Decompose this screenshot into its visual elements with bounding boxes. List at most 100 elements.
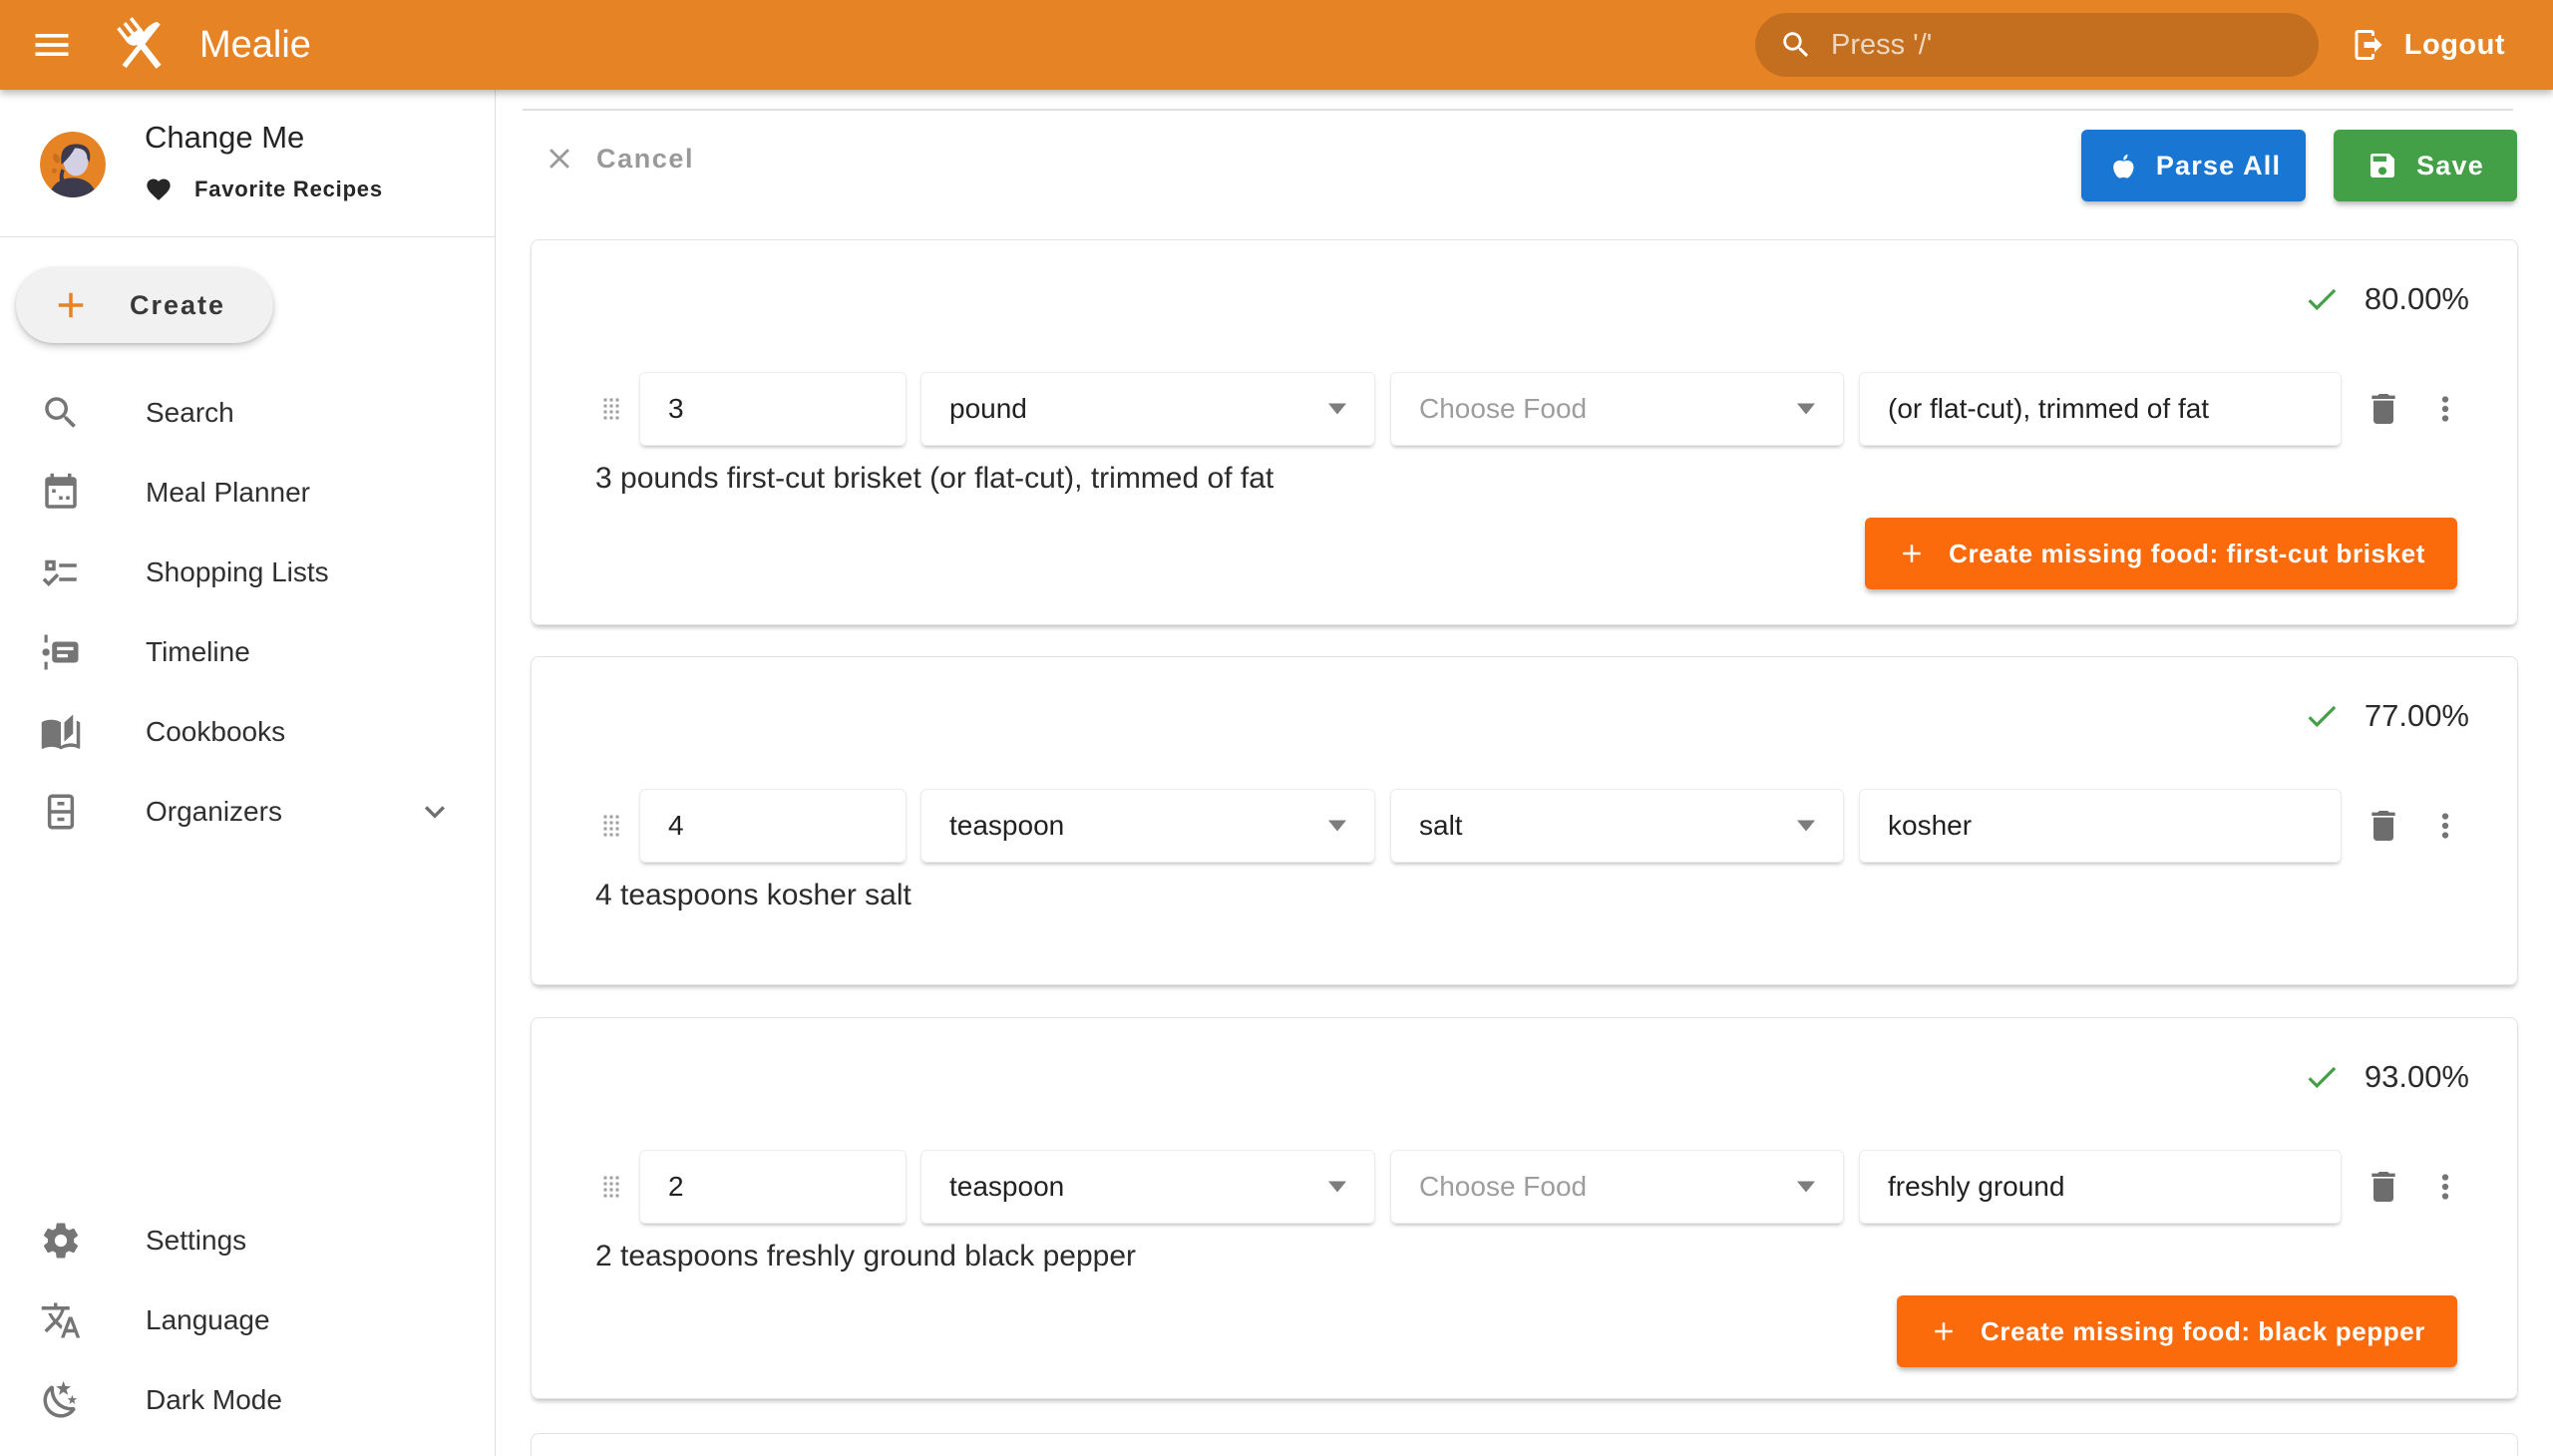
unit-select[interactable] (920, 789, 1375, 863)
create-missing-food-label: Create missing food: black pepper (1981, 1316, 2425, 1347)
favorites-label: Favorite Recipes (194, 177, 383, 202)
quantity-input[interactable] (640, 810, 906, 842)
sidebar-item-label: Dark Mode (146, 1384, 282, 1416)
note-field[interactable] (1859, 789, 2342, 863)
dots-vertical-icon (2426, 390, 2464, 428)
global-search[interactable] (1755, 13, 2319, 77)
create-missing-food-button[interactable]: Create missing food: first-cut brisket (1865, 518, 2457, 589)
create-missing-food-button[interactable]: Create missing food: black pepper (1897, 1295, 2457, 1367)
unit-select[interactable] (920, 1150, 1375, 1224)
delete-ingredient-button[interactable] (2360, 796, 2407, 856)
chevron-down-icon[interactable] (415, 792, 455, 832)
food-input[interactable] (1391, 393, 1843, 425)
quantity-field[interactable] (639, 1150, 907, 1224)
plus-icon (1929, 1316, 1959, 1346)
note-field[interactable] (1859, 1150, 2342, 1224)
ingredient-fields-row (532, 789, 2517, 863)
app-title: Mealie (199, 24, 311, 67)
sidebar-item-shopping-lists[interactable]: Shopping Lists (0, 533, 495, 612)
ingredient-card: 80.00% (531, 239, 2518, 625)
avatar-image (40, 132, 106, 197)
sidebar-item-label: Shopping Lists (146, 556, 329, 588)
organizers-cabinet-icon (40, 791, 82, 833)
unit-input[interactable] (921, 1171, 1374, 1203)
trash-icon (2364, 389, 2403, 429)
note-field[interactable] (1859, 372, 2342, 446)
quantity-input[interactable] (640, 1171, 906, 1203)
logout-icon (2351, 27, 2386, 63)
plus-icon (1897, 539, 1927, 568)
ingredient-parser-main: Cancel Parse All Save 80.00% (497, 90, 2553, 1456)
save-button[interactable]: Save (2334, 130, 2517, 201)
ingredient-fields-row (532, 1150, 2517, 1224)
unit-select[interactable] (920, 372, 1375, 446)
avatar[interactable] (40, 132, 106, 197)
note-input[interactable] (1860, 393, 2341, 425)
save-label: Save (2416, 151, 2484, 182)
sidebar-item-dark-mode[interactable]: Dark Mode (0, 1360, 495, 1440)
logout-button[interactable]: Logout (2351, 0, 2505, 90)
logout-label: Logout (2404, 29, 2505, 62)
sidebar-item-label: Settings (146, 1225, 246, 1257)
sidebar-item-meal-planner[interactable]: Meal Planner (0, 453, 495, 533)
check-icon (2303, 697, 2341, 735)
original-ingredient-text: 3 pounds first-cut brisket (or flat-cut)… (595, 462, 1274, 496)
sidebar-item-timeline[interactable]: Timeline (0, 612, 495, 692)
delete-ingredient-button[interactable] (2360, 1157, 2407, 1217)
confidence-indicator: 80.00% (2303, 280, 2469, 318)
quantity-field[interactable] (639, 372, 907, 446)
calendar-icon (40, 472, 82, 514)
search-icon (40, 392, 82, 434)
delete-ingredient-button[interactable] (2360, 379, 2407, 439)
ingredient-menu-button[interactable] (2421, 1157, 2469, 1217)
sidebar-nav: Search Meal Planner Shopping Lists Timel… (0, 373, 495, 852)
create-missing-food-label: Create missing food: first-cut brisket (1949, 539, 2425, 569)
menu-button[interactable] (24, 17, 80, 73)
search-input[interactable] (1831, 29, 2295, 62)
ingredient-card: 77.00% (531, 656, 2518, 985)
parse-all-button[interactable]: Parse All (2081, 130, 2306, 201)
food-select[interactable] (1390, 789, 1844, 863)
unit-input[interactable] (921, 810, 1374, 842)
confidence-value: 93.00% (2365, 1059, 2469, 1095)
sidebar-item-label: Cookbooks (146, 716, 285, 748)
sidebar-item-organizers[interactable]: Organizers (0, 772, 495, 852)
dots-vertical-icon (2426, 1168, 2464, 1206)
create-button[interactable]: Create (16, 267, 273, 343)
drag-handle[interactable] (593, 1164, 631, 1210)
original-ingredient-text: 4 teaspoons kosher salt (595, 879, 912, 912)
quantity-field[interactable] (639, 789, 907, 863)
note-input[interactable] (1860, 810, 2341, 842)
sidebar-item-search[interactable]: Search (0, 373, 495, 453)
food-input[interactable] (1391, 1171, 1843, 1203)
user-name: Change Me (145, 120, 304, 156)
trash-icon (2364, 1167, 2403, 1207)
favorite-recipes-link[interactable]: Favorite Recipes (145, 176, 383, 203)
hamburger-icon (30, 23, 74, 67)
note-input[interactable] (1860, 1171, 2341, 1203)
cancel-label: Cancel (596, 144, 694, 175)
sidebar-divider (0, 236, 495, 237)
sidebar-bottom-nav: Settings Language Dark Mode (0, 1201, 495, 1440)
food-select[interactable] (1390, 1150, 1844, 1224)
drag-handle[interactable] (593, 803, 631, 849)
sidebar-item-cookbooks[interactable]: Cookbooks (0, 692, 495, 772)
unit-input[interactable] (921, 393, 1374, 425)
cancel-button[interactable]: Cancel (543, 142, 694, 176)
drag-icon (593, 808, 629, 844)
trash-icon (2364, 806, 2403, 846)
sidebar-item-settings[interactable]: Settings (0, 1201, 495, 1280)
sidebar-item-language[interactable]: Language (0, 1280, 495, 1360)
confidence-value: 77.00% (2365, 698, 2469, 734)
sidebar-item-label: Meal Planner (146, 477, 310, 509)
ingredient-menu-button[interactable] (2421, 796, 2469, 856)
gear-icon (40, 1220, 82, 1262)
food-input[interactable] (1391, 810, 1843, 842)
ingredient-menu-button[interactable] (2421, 379, 2469, 439)
quantity-input[interactable] (640, 393, 906, 425)
original-ingredient-text: 2 teaspoons freshly ground black pepper (595, 1240, 1136, 1274)
drag-handle[interactable] (593, 386, 631, 432)
plus-icon (50, 284, 92, 326)
create-label: Create (130, 290, 225, 321)
food-select[interactable] (1390, 372, 1844, 446)
